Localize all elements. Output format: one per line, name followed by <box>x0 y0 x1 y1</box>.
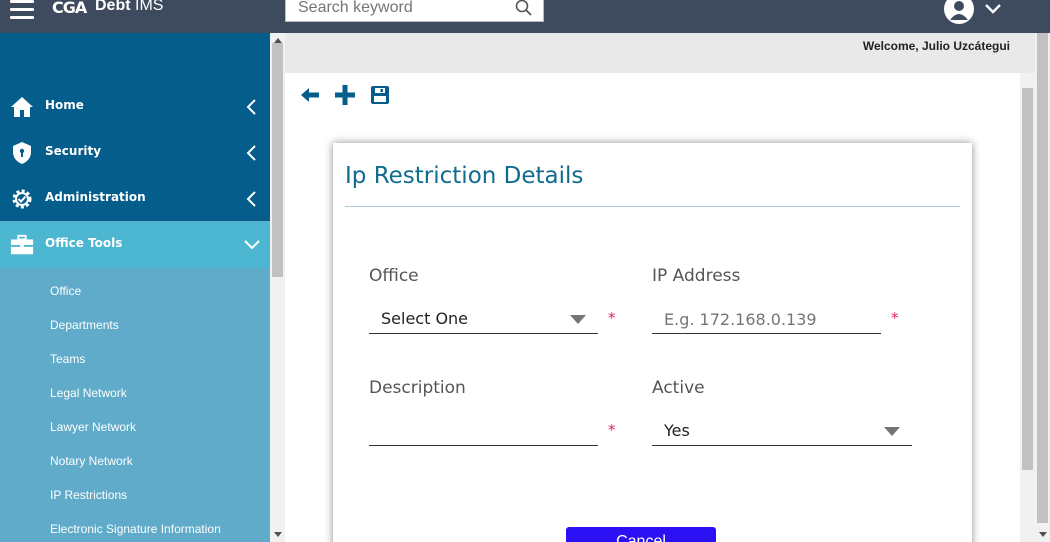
user-avatar-icon[interactable] <box>944 0 974 24</box>
menu-icon[interactable] <box>10 0 34 20</box>
page-scroll-thumb[interactable] <box>1037 33 1048 523</box>
scroll-down-arrow-icon[interactable] <box>274 532 282 537</box>
chevron-down-icon <box>244 240 260 250</box>
back-arrow-icon[interactable] <box>299 84 321 106</box>
chevron-left-icon <box>246 145 256 161</box>
title-divider <box>345 206 960 207</box>
active-label: Active <box>652 378 705 398</box>
toolbox-icon <box>10 234 34 255</box>
top-bar: CGA Debt IMS <box>0 0 1050 33</box>
sidebar-subitem-ip-restrictions[interactable]: IP Restrictions <box>50 488 127 502</box>
welcome-text: Welcome, Julio Uzcátegui <box>862 39 1010 53</box>
dropdown-caret-icon <box>570 315 586 324</box>
main-scrollbar[interactable] <box>1020 73 1035 542</box>
home-icon <box>11 97 33 117</box>
page-scrollbar[interactable] <box>1035 33 1050 542</box>
chevron-left-icon <box>246 99 256 115</box>
description-field[interactable] <box>369 418 598 446</box>
gear-icon <box>12 189 32 209</box>
app-name-bold: Debt <box>95 0 131 14</box>
required-asterisk: * <box>891 309 899 327</box>
search-box <box>285 0 544 22</box>
ip-address-field[interactable] <box>652 306 881 334</box>
card-title: Ip Restriction Details <box>345 163 584 189</box>
office-select-value: Select One <box>381 309 469 328</box>
sidebar-item-label: Home <box>45 98 84 112</box>
sidebar-subitem-office[interactable]: Office <box>50 284 81 298</box>
search-icon[interactable] <box>515 0 533 18</box>
sidebar-scroll-thumb[interactable] <box>272 43 283 277</box>
app-logo: CGA <box>52 0 87 17</box>
sidebar-subitem-electronic-signature[interactable]: Electronic Signature Information <box>50 522 221 536</box>
sidebar-subitem-departments[interactable]: Departments <box>50 318 119 332</box>
sidebar-subitem-teams[interactable]: Teams <box>50 352 85 366</box>
sidebar-subitem-legal-network[interactable]: Legal Network <box>50 386 127 400</box>
chevron-left-icon <box>246 191 256 207</box>
required-asterisk: * <box>608 421 616 439</box>
description-input[interactable] <box>369 418 598 444</box>
sidebar-item-administration[interactable]: Administration <box>0 176 270 222</box>
cancel-button[interactable]: Cancel <box>566 527 716 542</box>
sidebar-item-office-tools[interactable]: Office Tools <box>0 222 270 268</box>
add-icon[interactable] <box>334 84 356 106</box>
sidebar-item-label: Security <box>45 144 102 158</box>
sidebar: Home Security Administration Office Tool… <box>0 33 270 542</box>
ip-address-input[interactable] <box>652 306 881 332</box>
description-label: Description <box>369 378 466 398</box>
required-asterisk: * <box>608 309 616 327</box>
app-name: Debt IMS <box>95 0 163 15</box>
ip-restriction-card: Ip Restriction Details Office Select One… <box>333 143 972 542</box>
sidebar-item-label: Office Tools <box>45 236 123 250</box>
sidebar-item-label: Administration <box>45 190 146 204</box>
shield-icon <box>13 142 31 164</box>
office-label: Office <box>369 266 419 286</box>
chevron-down-icon[interactable] <box>985 3 1001 15</box>
search-input[interactable] <box>298 0 508 18</box>
scroll-down-arrow-icon[interactable] <box>1039 532 1047 537</box>
ip-address-label: IP Address <box>652 266 741 286</box>
sidebar-item-home[interactable]: Home <box>0 84 270 130</box>
sidebar-subitem-notary-network[interactable]: Notary Network <box>50 454 133 468</box>
save-icon[interactable] <box>369 84 391 106</box>
sidebar-subitem-lawyer-network[interactable]: Lawyer Network <box>50 420 136 434</box>
office-select[interactable]: Select One <box>369 306 598 334</box>
active-select[interactable]: Yes <box>652 418 912 446</box>
sidebar-scrollbar[interactable] <box>270 33 285 542</box>
active-select-value: Yes <box>664 421 690 440</box>
welcome-bar: Welcome, Julio Uzcátegui <box>285 33 1020 73</box>
main-scroll-thumb[interactable] <box>1022 88 1033 470</box>
sidebar-item-security[interactable]: Security <box>0 130 270 176</box>
main-content: Ip Restriction Details Office Select One… <box>285 73 1020 542</box>
app-name-light: IMS <box>130 0 164 14</box>
dropdown-caret-icon <box>884 427 900 436</box>
